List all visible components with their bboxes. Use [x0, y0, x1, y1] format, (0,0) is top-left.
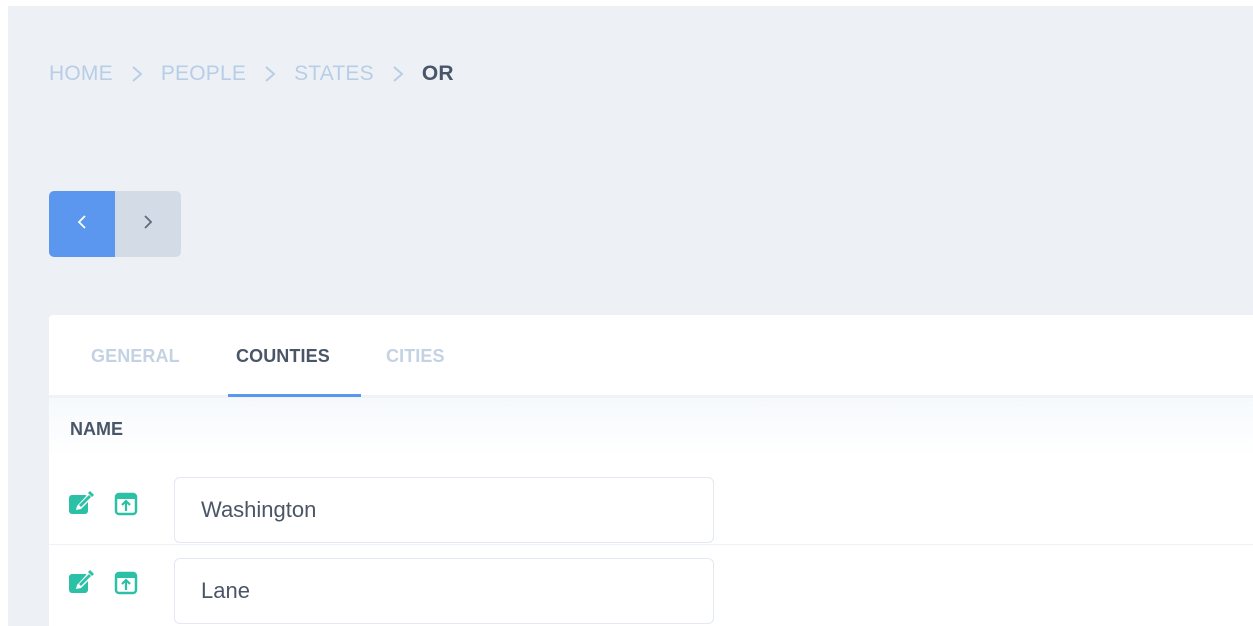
next-record-button[interactable] — [115, 191, 181, 257]
table-row — [49, 545, 1253, 626]
chevron-right-icon — [131, 65, 143, 83]
tab-cities[interactable]: CITIES — [386, 346, 445, 367]
page-background: HOME PEOPLE STATES OR GENERAL COUNTIES C… — [8, 6, 1253, 626]
chevron-right-icon — [392, 65, 404, 83]
tab-bar: GENERAL COUNTIES CITIES — [49, 315, 1253, 398]
county-name-input[interactable] — [174, 558, 714, 624]
breadcrumb: HOME PEOPLE STATES OR — [49, 61, 454, 87]
detail-card: GENERAL COUNTIES CITIES NAME — [49, 315, 1253, 626]
breadcrumb-states[interactable]: STATES — [294, 62, 374, 86]
open-external-icon[interactable] — [114, 492, 140, 518]
chevron-left-icon — [77, 214, 87, 235]
chevron-right-icon — [264, 65, 276, 83]
breadcrumb-home[interactable]: HOME — [49, 62, 113, 86]
tab-general[interactable]: GENERAL — [91, 346, 180, 367]
breadcrumb-current: OR — [421, 62, 454, 85]
open-external-icon[interactable] — [114, 571, 140, 597]
tab-counties[interactable]: COUNTIES — [236, 346, 330, 367]
edit-icon[interactable] — [68, 569, 94, 595]
active-tab-indicator — [228, 394, 361, 397]
county-name-input[interactable] — [174, 477, 714, 543]
chevron-right-icon — [143, 214, 153, 235]
breadcrumb-people[interactable]: PEOPLE — [161, 62, 246, 86]
previous-record-button[interactable] — [49, 191, 115, 257]
table-row — [49, 458, 1253, 545]
table-header: NAME — [49, 398, 1253, 458]
edit-icon[interactable] — [68, 490, 94, 516]
column-header-name: NAME — [70, 419, 123, 439]
record-pager — [49, 191, 181, 257]
